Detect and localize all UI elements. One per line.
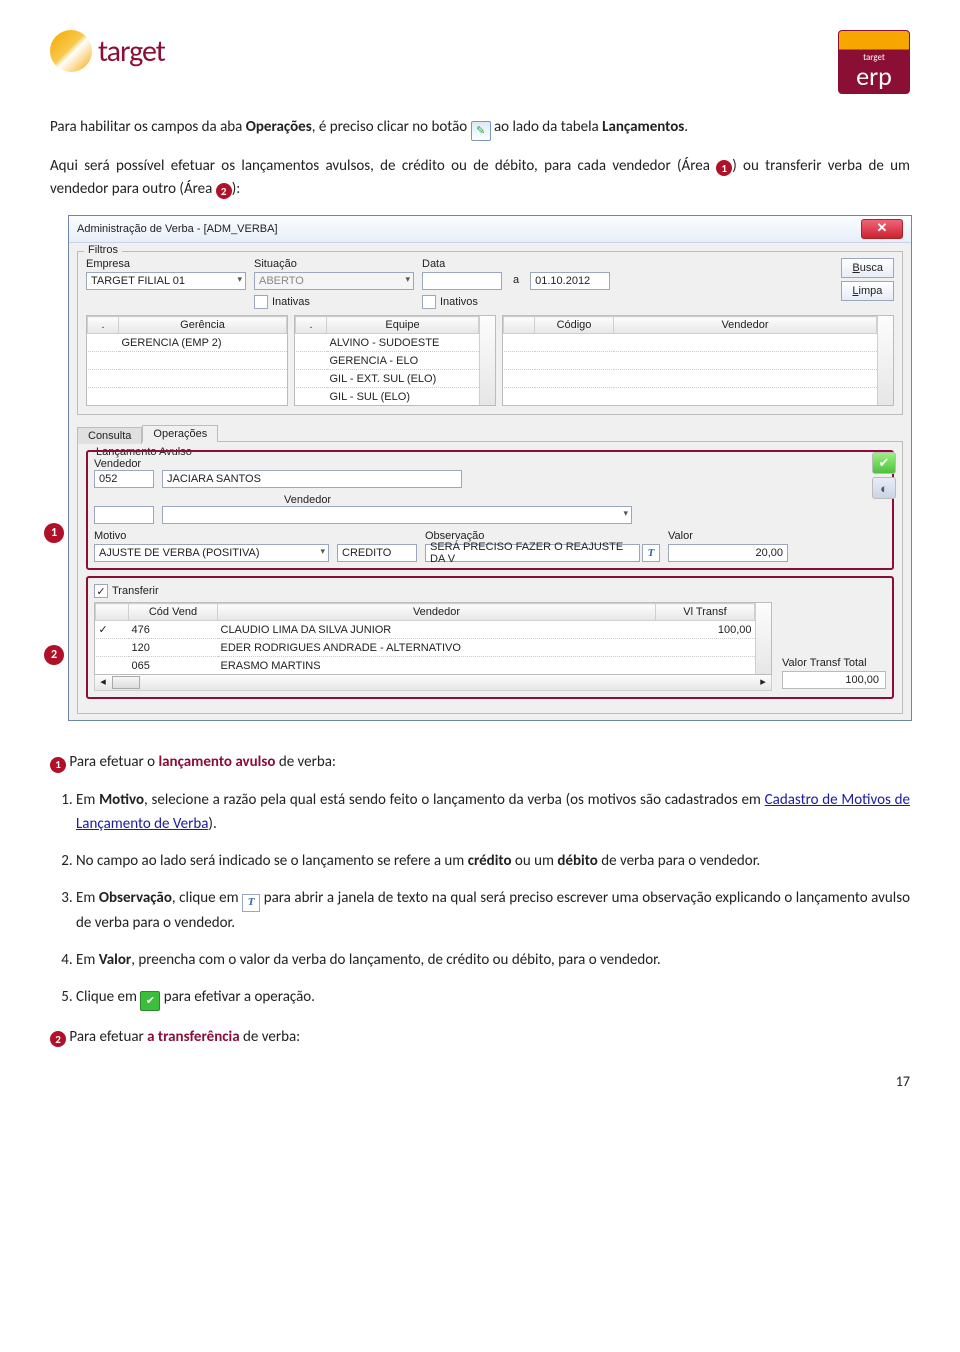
window-title: Administração de Verba - [ADM_VERBA] [77,223,278,235]
erp-badge: target erp [838,30,910,94]
data-start-input[interactable] [422,272,502,290]
data-sep: a [510,272,522,288]
callout-2-icon: 2 [216,183,232,199]
text-dialog-icon: T [242,894,260,912]
page-number: 17 [50,1073,910,1090]
screenshot-window: Administração de Verba - [ADM_VERBA] ✕ F… [68,215,912,721]
cancel-icon[interactable]: ◐ [872,477,896,499]
situacao-select[interactable]: ABERTO [254,272,414,290]
logo-text: target [98,33,165,70]
equipe-scrollbar[interactable] [479,316,495,405]
vendedor-name-input[interactable]: JACIARA SANTOS [162,470,462,488]
callout-area-2: 2 [44,645,64,665]
callout-1-icon: 1 [716,160,732,176]
erp-badge-main: erp [856,63,892,89]
callout-1-icon: 1 [50,757,66,773]
step-2: No campo ao lado será indicado se o lanç… [76,850,910,873]
inativos-checkbox[interactable]: Inativos [422,295,632,309]
vendedor-code-input[interactable]: 052 [94,470,154,488]
step-5: Clique em ✔ para efetivar a operação. [76,986,910,1011]
vendedor-label: Vendedor [94,458,141,470]
filtros-legend: Filtros [84,244,122,256]
transferir-checkbox[interactable]: ✓Transferir [94,584,772,598]
motivo-label: Motivo [94,530,329,542]
data-end-input[interactable]: 01.10.2012 [530,272,610,290]
step-3: Em Observação, clique em T para abrir a … [76,887,910,935]
transfer-hscrollbar[interactable]: ◂▸ [94,675,772,691]
callout-2-icon: 2 [50,1031,66,1047]
area-2-highlight: ✓Transferir Cód VendVendedorVl Transf ✓4… [86,576,894,699]
tipo-input: CREDITO [337,544,417,562]
step-1: Em Motivo, selecione a razão pela qual e… [76,789,910,836]
valor-transf-label: Valor Transf Total [782,657,886,669]
logo-swirl-icon [50,30,92,72]
vendedor-scrollbar[interactable] [877,316,893,405]
valor-transf-input: 100,00 [782,671,886,689]
confirm-small-icon: ✔ [140,991,160,1011]
close-icon[interactable]: ✕ [861,219,903,239]
edit-icon: ✎ [471,121,491,141]
observacao-input[interactable]: SERÁ PRECISO FAZER O REAJUSTE DA V [425,544,640,562]
data-label: Data [422,258,632,270]
situacao-label: Situação [254,258,414,270]
callout-area-1: 1 [44,523,64,543]
intro-paragraph-2: Aqui será possível efetuar os lançamento… [50,155,910,202]
steps-list: Em Motivo, selecione a razão pela qual e… [50,789,910,1010]
vendedor2-label: Vendedor [284,494,331,506]
busca-button[interactable]: Busca [841,258,894,278]
logo: target [50,30,165,72]
lead-2: 2 Para efetuar a transferência de verba: [50,1026,910,1049]
filtros-fieldset: Filtros Empresa TARGET FILIAL 01 Situaçã… [77,251,903,415]
lead-1: 1 Para efetuar o lançamento avulso de ve… [50,751,910,774]
text-dialog-icon[interactable]: T [642,544,660,562]
vendedor2-code-input[interactable] [94,506,154,524]
empresa-select[interactable]: TARGET FILIAL 01 [86,272,246,290]
titlebar: Administração de Verba - [ADM_VERBA] ✕ [69,216,911,243]
confirm-icon[interactable]: ✔ [872,452,896,474]
tab-consulta[interactable]: Consulta [77,427,142,444]
valor-label: Valor [668,530,788,542]
tab-body: Lançamento Avulso ✔ ◐ Vendedor 052 JACIA… [77,441,903,714]
intro-paragraph-1: Para habilitar os campos da aba Operaçõe… [50,116,910,141]
motivo-select[interactable]: AJUSTE DE VERBA (POSITIVA) [94,544,329,562]
limpa-button[interactable]: Limpa [841,281,894,301]
step-4: Em Valor, preencha com o valor da verba … [76,949,910,972]
transfer-scrollbar[interactable] [755,603,771,674]
tab-operacoes[interactable]: Operações [142,425,218,442]
area-1-highlight: ✔ ◐ Vendedor 052 JACIARA SANTOS Vendedor [86,450,894,570]
vendedor2-select[interactable] [162,506,632,524]
empresa-label: Empresa [86,258,246,270]
inativas-checkbox[interactable]: Inativas [254,295,414,309]
valor-input[interactable]: 20,00 [668,544,788,562]
